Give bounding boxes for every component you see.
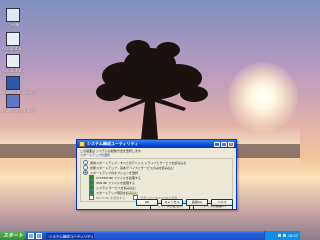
acrobat-icon [6, 54, 20, 68]
tray-clock[interactable]: 18:07 [288, 234, 298, 238]
acrobat-icon [6, 32, 20, 46]
tray-network-icon[interactable] [282, 234, 286, 237]
apply-button[interactable]: 適用(A) [186, 199, 208, 206]
desktop-icon-acrobat-1[interactable]: Acrobat 8.0 [2, 32, 25, 51]
system-tray: 18:07 [264, 231, 300, 240]
taskbar-item-system-config[interactable]: システム構成ユーティリティ [46, 232, 94, 239]
close-button[interactable]: × [228, 141, 234, 147]
window-title: システム構成ユーティリティ [87, 141, 139, 146]
tray-volume-icon[interactable] [277, 234, 281, 237]
maximize-button[interactable]: □ [221, 141, 227, 147]
dialog-buttons: OK キャンセル 適用(A) ヘルプ [136, 199, 233, 206]
startup-label: スタートアップの選択 [80, 153, 111, 157]
cancel-button[interactable]: キャンセル [161, 199, 183, 206]
quicklaunch-ie-icon[interactable] [28, 232, 34, 239]
quicklaunch-desktop-icon[interactable] [36, 232, 42, 239]
window-titlebar[interactable]: システム構成ユーティリティ _ □ × [77, 140, 236, 148]
desktop-icon-powershell[interactable]: PowerShell Menu [2, 76, 36, 95]
radio-icon [83, 170, 88, 175]
desktop-icon-recycle-bin[interactable]: ごみ箱 [2, 8, 24, 27]
start-button[interactable]: スタート [0, 231, 26, 240]
powertoys-icon [6, 94, 20, 108]
ok-button[interactable]: OK [136, 199, 158, 206]
taskbar: スタート システム構成ユーティリティ 18:07 [0, 231, 300, 240]
app-icon [79, 141, 85, 147]
desktop-icon-acrobat-2[interactable]: Acrobat 8.0 [2, 54, 25, 73]
recycle-bin-icon [6, 8, 20, 22]
powershell-icon [6, 76, 20, 90]
minimize-button[interactable]: _ [214, 141, 220, 147]
checkbox-icon [89, 195, 94, 200]
help-button[interactable]: ヘルプ [211, 199, 233, 206]
startup-group: 通常スタートアップ - すべてのデバイス ドライバとサービスを読み込む 診断スタ… [80, 158, 233, 202]
system-config-window: システム構成ユーティリティ _ □ × この画面は システムの起動方法を選択しま… [76, 139, 237, 210]
desktop-icon-powertoys[interactable]: PowerToys for XP [2, 94, 36, 113]
